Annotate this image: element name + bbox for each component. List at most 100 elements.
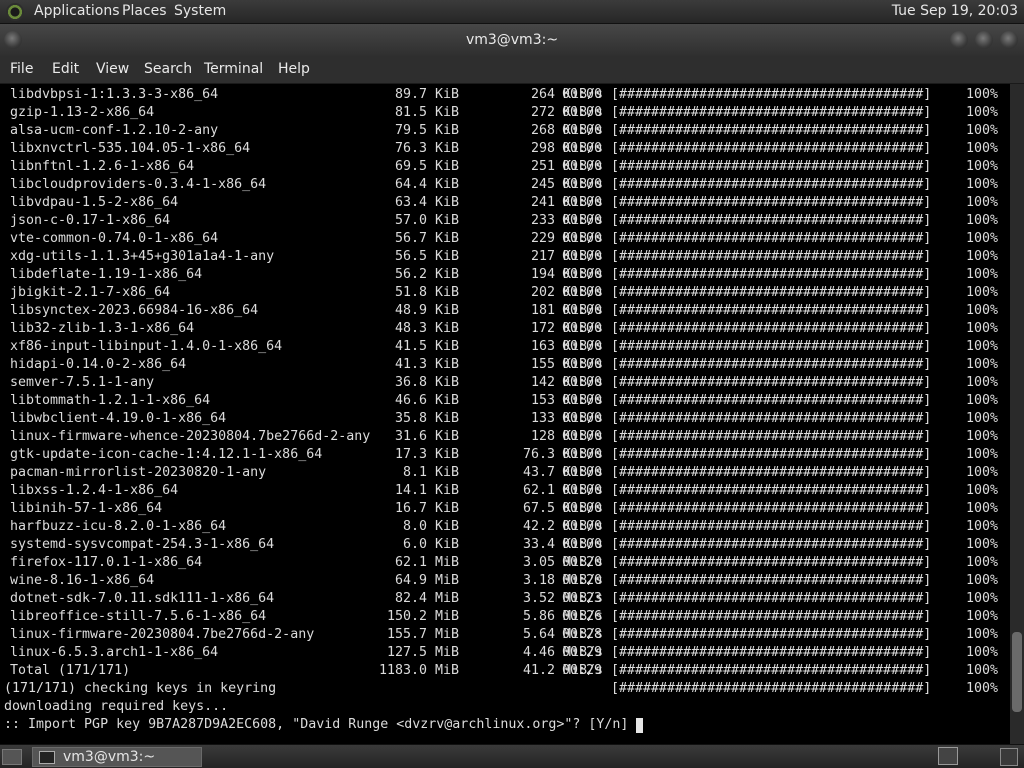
- package-name: hidapi-0.14.0-2-x86_64: [10, 357, 187, 372]
- progress-percent: 100%: [966, 627, 999, 642]
- package-size: 16.7 KiB: [394, 501, 459, 516]
- bottom-panel: vm3@vm3:~: [0, 744, 1024, 768]
- progress-bar: [######################################]: [611, 537, 932, 552]
- progress-percent: 100%: [966, 609, 999, 624]
- elapsed-time: 00:00: [562, 321, 603, 336]
- minimize-button[interactable]: [950, 31, 968, 49]
- progress-percent: 100%: [966, 429, 999, 444]
- menu-help[interactable]: Help: [278, 61, 310, 77]
- elapsed-time: 00:00: [562, 87, 603, 102]
- elapsed-time: 00:29: [562, 663, 603, 678]
- taskbar-window-button[interactable]: vm3@vm3:~: [32, 747, 202, 767]
- package-name: linux-6.5.3.arch1-1-x86_64: [10, 645, 219, 660]
- package-size: 46.6 KiB: [394, 393, 459, 408]
- elapsed-time: 00:00: [562, 357, 603, 372]
- download-row: libvdpau-1.5-2-x86_64 63.4 KiB 241 KiB/s 00…: [0, 194, 1010, 212]
- package-size: 127.5 MiB: [386, 645, 459, 660]
- checking-keys-text: (171/171) checking keys in keyring: [4, 681, 277, 696]
- menu-search[interactable]: Search: [144, 61, 192, 77]
- progress-percent: 100%: [966, 375, 999, 390]
- progress-percent: 100%: [966, 321, 999, 336]
- download-row: jbigkit-2.1-7-x86_64 51.8 KiB 202 KiB/s 00:…: [0, 284, 1010, 302]
- package-size: 8.1 KiB: [402, 465, 459, 480]
- progress-percent: 100%: [966, 447, 999, 462]
- progress-bar: [######################################]: [611, 123, 932, 138]
- download-row: xf86-input-libinput-1.4.0-1-x86_64 41.5 K…: [0, 338, 1010, 356]
- package-size: 17.3 KiB: [394, 447, 459, 462]
- package-name: systemd-sysvcompat-254.3-1-x86_64: [10, 537, 275, 552]
- terminal-scrollbar[interactable]: [1010, 84, 1024, 744]
- menu-file[interactable]: File: [10, 61, 33, 77]
- package-size: 8.0 KiB: [402, 519, 459, 534]
- package-name: alsa-ucm-conf-1.2.10-2-any: [10, 123, 219, 138]
- elapsed-time: 00:00: [562, 429, 603, 444]
- progress-bar: [######################################]: [611, 663, 932, 678]
- elapsed-time: 00:00: [562, 483, 603, 498]
- package-size: 6.0 KiB: [402, 537, 459, 552]
- menu-view[interactable]: View: [96, 61, 129, 77]
- progress-bar: [######################################]: [611, 285, 932, 300]
- applications-menu[interactable]: Applications: [34, 3, 120, 19]
- progress-percent: 100%: [966, 663, 999, 678]
- system-menu[interactable]: System: [174, 3, 226, 19]
- elapsed-time: 00:00: [562, 267, 603, 282]
- clock[interactable]: Tue Sep 19, 20:03: [892, 3, 1018, 19]
- progress-percent: 100%: [966, 105, 999, 120]
- progress-bar: [######################################]: [611, 321, 932, 336]
- trash-icon[interactable]: [1000, 748, 1018, 766]
- package-size: 48.3 KiB: [394, 321, 459, 336]
- progress-percent: 100%: [966, 177, 999, 192]
- elapsed-time: 00:00: [562, 105, 603, 120]
- elapsed-time: 00:00: [562, 411, 603, 426]
- progress-bar: [######################################]: [611, 159, 932, 174]
- progress-bar: [######################################]: [611, 375, 932, 390]
- elapsed-time: 00:00: [562, 447, 603, 462]
- progress-bar: [######################################]: [611, 105, 932, 120]
- elapsed-time: 00:20: [562, 555, 603, 570]
- download-row: systemd-sysvcompat-254.3-1-x86_64 6.0 KiB…: [0, 536, 1010, 554]
- tray-terminal-icon[interactable]: [938, 747, 958, 765]
- download-row: libinih-57-1-x86_64 16.7 KiB 67.5 KiB/s 00:…: [0, 500, 1010, 518]
- scrollbar-thumb[interactable]: [1012, 632, 1022, 712]
- progress-bar: [######################################]: [611, 447, 932, 462]
- download-row: firefox-117.0.1-1-x86_64 62.1 MiB 3.05 MiB…: [0, 554, 1010, 572]
- elapsed-time: 00:00: [562, 123, 603, 138]
- places-menu[interactable]: Places: [122, 3, 167, 19]
- checking-keys-row: (171/171) checking keys in keyring [#####…: [0, 680, 1010, 698]
- package-name: Total (171/171): [10, 663, 131, 678]
- package-name: jbigkit-2.1-7-x86_64: [10, 285, 171, 300]
- package-name: libxnvctrl-535.104.05-1-x86_64: [10, 141, 251, 156]
- package-size: 56.5 KiB: [394, 249, 459, 264]
- menu-terminal[interactable]: Terminal: [204, 61, 263, 77]
- progress-bar: [######################################]: [611, 465, 932, 480]
- progress-bar: [######################################]: [611, 609, 932, 624]
- show-desktop-icon[interactable]: [2, 749, 22, 765]
- package-name: lib32-zlib-1.3-1-x86_64: [10, 321, 195, 336]
- window-titlebar[interactable]: vm3@vm3:~: [0, 24, 1024, 56]
- progress-bar: [######################################]: [611, 429, 932, 444]
- distro-logo-icon[interactable]: [6, 3, 24, 21]
- downloading-keys-text: downloading required keys...: [4, 699, 229, 714]
- download-row: json-c-0.17-1-x86_64 57.0 KiB 233 KiB/s 00:…: [0, 212, 1010, 230]
- download-row: libxss-1.2.4-1-x86_64 14.1 KiB 62.1 KiB/s 0…: [0, 482, 1010, 500]
- elapsed-time: 00:00: [562, 537, 603, 552]
- package-size: 64.4 KiB: [394, 177, 459, 192]
- package-name: libinih-57-1-x86_64: [10, 501, 163, 516]
- menu-edit[interactable]: Edit: [52, 61, 79, 77]
- progress-percent: 100%: [966, 519, 999, 534]
- package-size: 51.8 KiB: [394, 285, 459, 300]
- elapsed-time: 00:00: [562, 375, 603, 390]
- close-button[interactable]: [1000, 31, 1018, 49]
- maximize-button[interactable]: [975, 31, 993, 49]
- download-row: libtommath-1.2.1-1-x86_64 46.6 KiB 153 KiB…: [0, 392, 1010, 410]
- download-row: xdg-utils-1.1.3+45+g301a1a4-1-any 56.5 Ki…: [0, 248, 1010, 266]
- elapsed-time: 00:00: [562, 249, 603, 264]
- progress-bar: [######################################]: [611, 249, 932, 264]
- progress-percent: 100%: [966, 591, 999, 606]
- downloading-keys-row: downloading required keys...: [0, 698, 1010, 716]
- progress-bar: [######################################]: [611, 303, 932, 318]
- elapsed-time: 00:00: [562, 393, 603, 408]
- progress-bar: [######################################]: [611, 519, 932, 534]
- terminal-output[interactable]: libdvbpsi-1:1.3.3-3-x86_64 89.7 KiB 264 Ki…: [0, 84, 1010, 744]
- elapsed-time: 00:28: [562, 627, 603, 642]
